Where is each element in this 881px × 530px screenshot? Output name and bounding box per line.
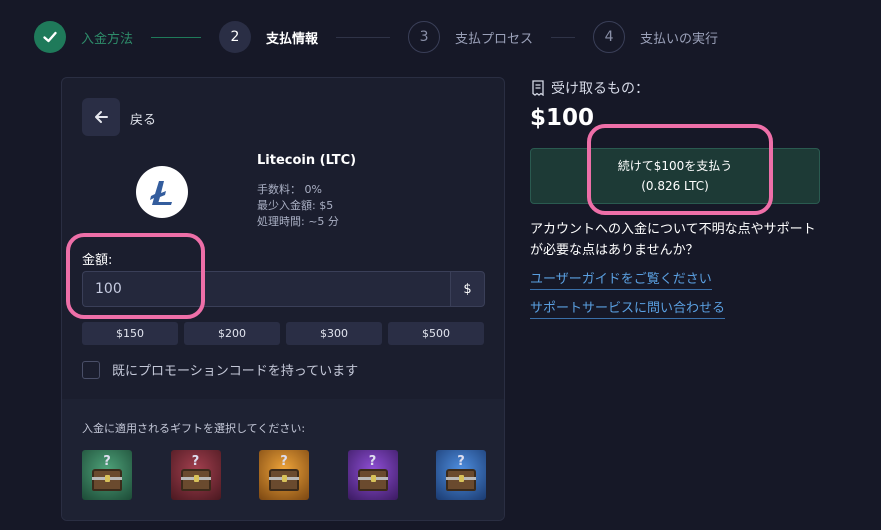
step-label: 支払情報: [266, 31, 319, 47]
payment-card: 戻る Litecoin (LTC) 手数料： 0% 最少入金額: $5 処理時間…: [61, 77, 505, 521]
user-guide-link[interactable]: ユーザーガイドをご覧ください: [530, 268, 712, 290]
preset-200-button[interactable]: $200: [184, 322, 280, 345]
coin-name: Litecoin (LTC): [257, 153, 357, 168]
purple-gift-chest-icon[interactable]: ?: [347, 450, 398, 500]
preset-500-button[interactable]: $500: [388, 322, 484, 345]
promo-label[interactable]: 既にプロモーションコードを持っています: [112, 360, 358, 379]
continue-crypto-amount: (0.826 LTC): [641, 179, 709, 193]
preset-150-button[interactable]: $150: [82, 322, 178, 345]
receipt-icon: [532, 80, 544, 96]
step-label: 支払いの実行: [640, 31, 719, 47]
amount-input[interactable]: 100: [82, 271, 470, 307]
preset-amounts: $150 $200 $300 $500: [82, 322, 484, 345]
step-number: 3: [408, 21, 441, 53]
red-gift-chest-icon[interactable]: ?: [170, 450, 221, 500]
continue-label: 続けて$100を支払う: [617, 159, 733, 173]
step-payment-process[interactable]: 3 支払プロセス: [408, 21, 533, 53]
step-divider: [151, 36, 202, 38]
help-text: アカウントへの入金について不明な点やサポートが必要な点はありませんか？: [530, 222, 816, 258]
blue-gift-chest-icon[interactable]: ?: [436, 450, 486, 500]
preset-300-button[interactable]: $300: [286, 322, 382, 345]
step-number: 2: [219, 21, 252, 53]
check-icon: [34, 21, 66, 53]
litecoin-logo-icon: [136, 166, 188, 218]
promo-checkbox[interactable]: [82, 360, 100, 379]
receive-amount: $100: [530, 105, 595, 131]
continue-pay-button[interactable]: 続けて$100を支払う (0.826 LTC): [530, 148, 820, 204]
step-label: 入金方法: [81, 31, 134, 47]
support-contact-link[interactable]: サポートサービスに問い合わせる: [530, 297, 726, 319]
step-divider: [551, 36, 576, 38]
arrow-left-icon: [95, 111, 108, 123]
step-payment-info[interactable]: 2 支払情報: [219, 21, 318, 53]
gift-section: 入金に適用されるギフトを選択してください: ? ? ? ? ?: [62, 399, 504, 520]
coin-fee: 手数料： 0%: [257, 183, 322, 196]
green-gift-chest-icon[interactable]: ?: [82, 450, 132, 500]
receive-heading: 受け取るもの：: [531, 78, 649, 98]
gift-title: 入金に適用されるギフトを選択してください:: [82, 422, 306, 435]
promo-code-option[interactable]: 既にプロモーションコードを持っています: [82, 360, 358, 379]
currency-symbol: $: [450, 271, 485, 307]
orange-gift-chest-icon[interactable]: ?: [259, 450, 309, 500]
coin-min-deposit: 最少入金額: $5: [257, 199, 334, 212]
coin-processing-time: 処理時間: ~5 分: [257, 215, 339, 228]
step-deposit-method[interactable]: 入金方法: [34, 21, 133, 53]
back-label[interactable]: 戻る: [130, 109, 156, 128]
step-payment-execution[interactable]: 4 支払いの実行: [593, 21, 718, 53]
stepper: 入金方法 2 支払情報 3 支払プロセス 4 支払いの実行: [34, 21, 854, 53]
back-button[interactable]: [82, 98, 120, 136]
amount-label: 金額:: [82, 253, 113, 268]
gift-list: ? ? ? ? ?: [82, 450, 486, 500]
step-label: 支払プロセス: [455, 31, 534, 47]
coin-details: 手数料： 0% 最少入金額: $5 処理時間: ~5 分: [257, 182, 339, 230]
receive-title: 受け取るもの：: [551, 81, 649, 97]
step-divider: [336, 36, 391, 38]
step-number: 4: [593, 21, 626, 53]
